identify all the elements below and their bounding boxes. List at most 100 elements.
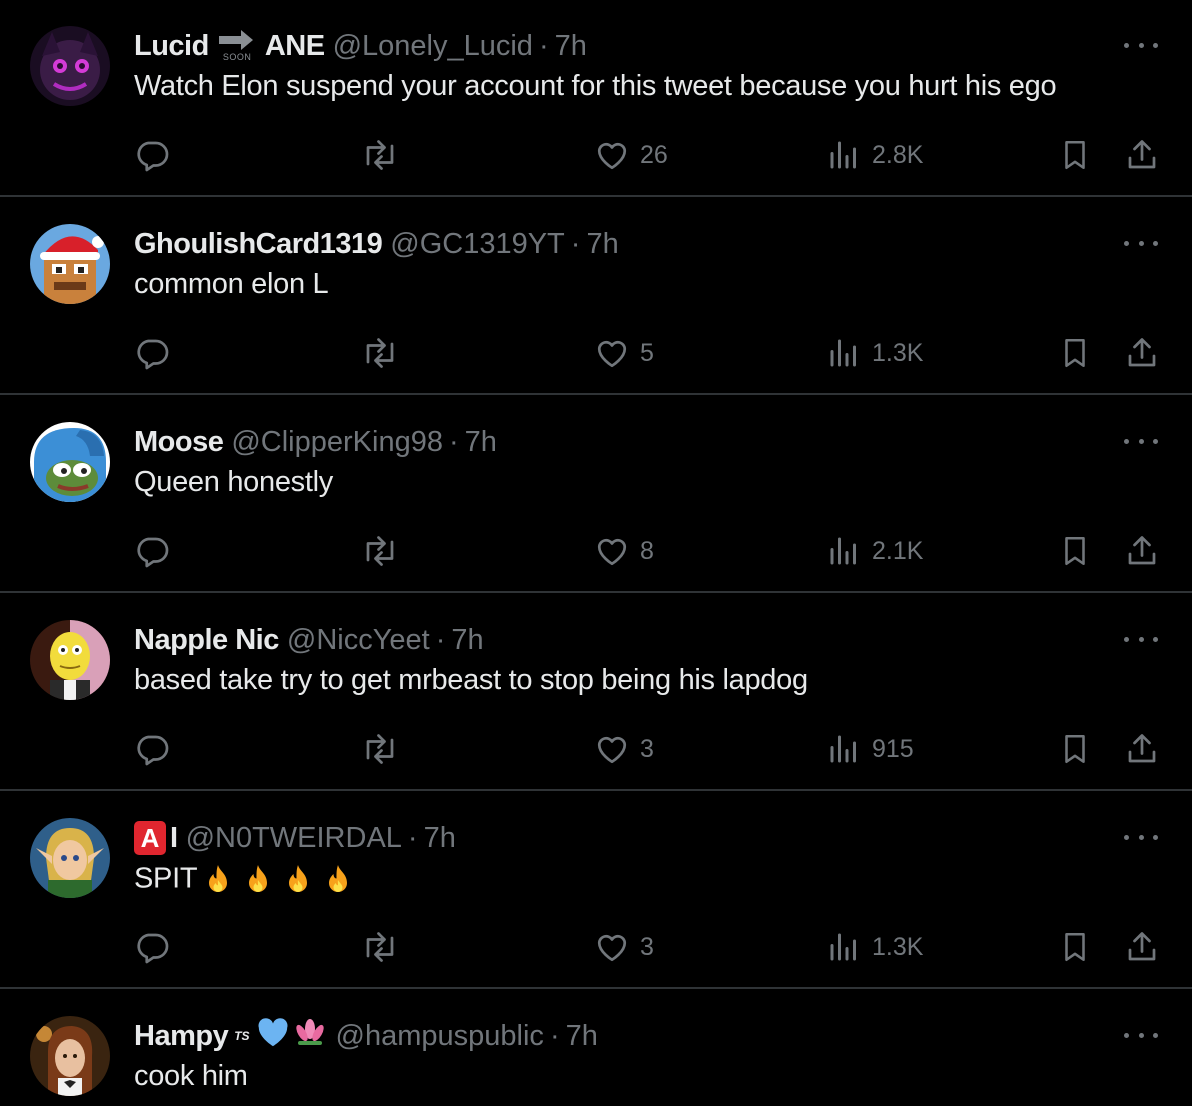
display-name[interactable]: GhoulishCard1319 xyxy=(134,228,383,261)
bookmark-button[interactable] xyxy=(1058,333,1092,373)
view-count: 2.1K xyxy=(872,536,924,565)
display-name[interactable]: Napple Nic xyxy=(134,624,279,657)
tweet[interactable]: GhoulishCard1319 @GC1319YT · 7h common e… xyxy=(0,198,1192,395)
reply-feed: Lucid SOON ANE @Lonely_Lucid · 7h Watch … xyxy=(0,0,1192,1106)
views-button[interactable]: 2.1K xyxy=(826,531,923,571)
like-count: 26 xyxy=(640,140,668,169)
avatar[interactable] xyxy=(30,422,110,502)
views-chart-icon xyxy=(830,339,856,367)
share-button[interactable] xyxy=(1124,135,1160,175)
retweet-button[interactable] xyxy=(360,135,400,175)
reply-button[interactable] xyxy=(134,135,170,175)
reply-icon xyxy=(137,933,169,964)
bookmark-button[interactable] xyxy=(1058,531,1092,571)
separator-dot: · xyxy=(448,425,459,458)
share-button[interactable] xyxy=(1124,729,1160,769)
share-button[interactable] xyxy=(1124,333,1160,373)
heart-icon xyxy=(597,736,627,764)
user-handle[interactable]: @N0TWEIRDAL xyxy=(186,822,402,855)
separator-dot: · xyxy=(435,623,446,656)
tweet[interactable]: Lucid SOON ANE @Lonely_Lucid · 7h Watch … xyxy=(0,0,1192,197)
reply-icon xyxy=(137,141,169,172)
action-bar: 3 915 xyxy=(0,729,1192,769)
fire-emoji-group xyxy=(197,863,357,895)
avatar[interactable] xyxy=(30,620,110,700)
retweet-button[interactable] xyxy=(360,333,400,373)
user-handle[interactable]: @NiccYeet xyxy=(287,624,430,657)
retweet-button[interactable] xyxy=(360,531,400,571)
more-options-icon[interactable] xyxy=(1124,228,1158,258)
blue-heart-icon xyxy=(256,1016,290,1056)
views-button[interactable]: 915 xyxy=(826,729,914,769)
views-button[interactable]: 1.3K xyxy=(826,927,923,967)
like-button[interactable]: 3 xyxy=(594,927,654,967)
avatar[interactable] xyxy=(30,818,110,898)
reply-button[interactable] xyxy=(134,927,170,967)
user-handle[interactable]: @ClipperKing98 xyxy=(231,426,443,459)
action-bar: 26 2.8K xyxy=(0,135,1192,175)
reply-button[interactable] xyxy=(134,333,170,373)
tweet[interactable]: Moose @ClipperKing98 · 7h Queen honestly… xyxy=(0,396,1192,593)
action-bar: 5 1.3K xyxy=(0,333,1192,373)
reply-button[interactable] xyxy=(134,531,170,571)
more-options-icon[interactable] xyxy=(1124,426,1158,456)
tweet-text: Queen honestly xyxy=(134,466,333,498)
display-name-superscript: TS xyxy=(234,1029,250,1043)
user-handle[interactable]: @GC1319YT xyxy=(390,228,565,261)
more-options-icon[interactable] xyxy=(1124,624,1158,654)
views-button[interactable]: 2.8K xyxy=(826,135,923,175)
timestamp[interactable]: 7h xyxy=(451,624,483,657)
retweet-icon xyxy=(366,338,394,368)
fire-emoji-icon xyxy=(289,865,308,892)
avatar[interactable] xyxy=(30,224,110,304)
tweet[interactable]: A I @N0TWEIRDAL · 7h SPIT 3 1.3K xyxy=(0,792,1192,989)
like-button[interactable]: 3 xyxy=(594,729,654,769)
like-count: 5 xyxy=(640,338,654,367)
display-name-suffix[interactable]: ANE xyxy=(265,30,325,63)
tweet[interactable]: Napple Nic @NiccYeet · 7h based take try… xyxy=(0,594,1192,791)
tweet[interactable]: Hampy TS @hampuspublic · 7h cook him xyxy=(0,990,1192,1106)
tweet-header: Hampy TS @hampuspublic · 7h xyxy=(134,1016,598,1056)
views-chart-icon xyxy=(830,537,856,565)
display-name[interactable]: Hampy xyxy=(134,1020,229,1053)
bookmark-button[interactable] xyxy=(1058,135,1092,175)
reply-icon xyxy=(137,339,169,370)
display-name[interactable]: Moose xyxy=(134,426,224,459)
share-button[interactable] xyxy=(1124,531,1160,571)
timestamp[interactable]: 7h xyxy=(465,426,497,459)
arrow-soon-badge: SOON xyxy=(215,28,259,64)
reply-button[interactable] xyxy=(134,729,170,769)
retweet-icon xyxy=(366,932,394,962)
retweet-button[interactable] xyxy=(360,927,400,967)
display-name[interactable]: Lucid xyxy=(134,30,209,63)
timestamp[interactable]: 7h xyxy=(566,1020,598,1053)
more-options-icon[interactable] xyxy=(1124,30,1158,60)
bookmark-button[interactable] xyxy=(1058,927,1092,967)
share-icon xyxy=(1128,734,1156,763)
fire-emoji-icon xyxy=(249,865,268,892)
more-options-icon[interactable] xyxy=(1124,822,1158,852)
views-chart-icon xyxy=(830,735,856,763)
like-count: 3 xyxy=(640,932,654,961)
avatar[interactable] xyxy=(30,1016,110,1096)
reply-icon xyxy=(137,537,169,568)
share-icon xyxy=(1128,140,1156,169)
tweet-text: based take try to get mrbeast to stop be… xyxy=(134,664,808,696)
bookmark-button[interactable] xyxy=(1058,729,1092,769)
bookmark-icon xyxy=(1065,734,1085,764)
like-button[interactable]: 5 xyxy=(594,333,654,373)
like-button[interactable]: 8 xyxy=(594,531,654,571)
user-handle[interactable]: @hampuspublic xyxy=(336,1020,544,1053)
timestamp[interactable]: 7h xyxy=(586,228,618,261)
views-button[interactable]: 1.3K xyxy=(826,333,923,373)
share-button[interactable] xyxy=(1124,927,1160,967)
retweet-button[interactable] xyxy=(360,729,400,769)
user-handle[interactable]: @Lonely_Lucid xyxy=(333,30,533,63)
timestamp[interactable]: 7h xyxy=(555,30,587,63)
like-button[interactable]: 26 xyxy=(594,135,668,175)
more-options-icon[interactable] xyxy=(1124,1020,1158,1050)
avatar[interactable] xyxy=(30,26,110,106)
display-name[interactable]: I xyxy=(170,822,178,855)
lotus-icon xyxy=(292,1017,328,1055)
timestamp[interactable]: 7h xyxy=(424,822,456,855)
